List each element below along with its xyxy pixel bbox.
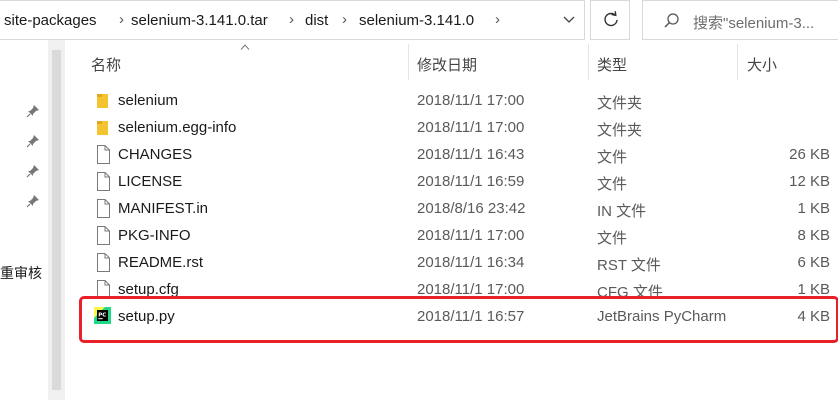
search-input[interactable]: 搜索"selenium-3...: [693, 12, 838, 33]
file-row[interactable]: README.rst 2018/11/1 16:34 RST 文件 6 KB: [82, 249, 838, 276]
crumb-selenium-tar[interactable]: selenium-3.141.0.tar: [131, 12, 268, 29]
folder-icon: [97, 94, 108, 108]
file-name: LICENSE: [118, 173, 183, 190]
crumb-separator[interactable]: ›: [342, 11, 347, 28]
column-header-type[interactable]: 类型: [589, 40, 737, 84]
nav-item-label[interactable]: 重审核: [0, 263, 48, 283]
file-date: 2018/11/1 17:00: [417, 92, 525, 109]
crumb-dist[interactable]: dist: [305, 12, 328, 29]
file-name: README.rst: [118, 254, 204, 271]
folder-icon: [97, 121, 108, 135]
search-icon: [664, 13, 679, 28]
pin-icon[interactable]: [26, 104, 40, 118]
file-name: selenium.egg-info: [118, 119, 237, 136]
file-name: MANIFEST.in: [118, 200, 209, 217]
pin-icon[interactable]: [26, 194, 40, 208]
column-header-size[interactable]: 大小: [738, 40, 838, 84]
file-row[interactable]: selenium 2018/11/1 17:00 文件夹: [82, 87, 838, 114]
file-size: 26 KB: [789, 146, 830, 163]
file-row[interactable]: LICENSE 2018/11/1 16:59 文件 12 KB: [82, 168, 838, 195]
pin-icon[interactable]: [26, 164, 40, 178]
crumb-separator[interactable]: ›: [495, 11, 500, 28]
crumb-selenium-folder[interactable]: selenium-3.141.0: [359, 12, 474, 29]
file-name: selenium: [118, 92, 179, 109]
file-type: RST 文件: [597, 257, 661, 274]
file-size: 1 KB: [797, 200, 830, 217]
refresh-button[interactable]: [590, 0, 630, 40]
file-icon: [97, 226, 110, 245]
file-size: 6 KB: [797, 254, 830, 271]
file-date: 2018/11/1 17:00: [417, 119, 525, 136]
file-row[interactable]: selenium.egg-info 2018/11/1 17:00 文件夹: [82, 114, 838, 141]
file-icon: [97, 145, 110, 164]
file-icon: [97, 172, 110, 191]
address-bar: site-packages › selenium-3.141.0.tar › d…: [0, 0, 838, 40]
nav-scrollbar[interactable]: [48, 40, 65, 400]
file-size: 12 KB: [789, 173, 830, 190]
file-date: 2018/11/1 16:59: [417, 173, 525, 190]
file-type: 文件: [597, 176, 628, 193]
file-row[interactable]: CHANGES 2018/11/1 16:43 文件 26 KB: [82, 141, 838, 168]
breadcrumb[interactable]: site-packages › selenium-3.141.0.tar › d…: [0, 0, 585, 40]
file-row[interactable]: MANIFEST.in 2018/8/16 23:42 IN 文件 1 KB: [82, 195, 838, 222]
file-row[interactable]: PKG-INFO 2018/11/1 17:00 文件 8 KB: [82, 222, 838, 249]
file-date: 2018/11/1 16:43: [417, 146, 525, 163]
file-size: 8 KB: [797, 227, 830, 244]
search-box[interactable]: 搜索"selenium-3...: [642, 0, 838, 40]
pin-icon[interactable]: [26, 134, 40, 148]
scrollbar-thumb[interactable]: [52, 50, 61, 390]
column-header-date[interactable]: 修改日期: [409, 40, 587, 84]
file-icon: [97, 253, 110, 272]
file-date: 2018/8/16 23:42: [417, 200, 526, 217]
file-date: 2018/11/1 17:00: [417, 227, 525, 244]
file-type: 文件夹: [597, 95, 643, 112]
file-date: 2018/11/1 16:34: [417, 254, 525, 271]
chevron-down-icon[interactable]: [562, 10, 576, 30]
file-type: 文件: [597, 149, 628, 166]
file-name: PKG-INFO: [118, 227, 191, 244]
file-icon: [97, 199, 110, 218]
file-type: IN 文件: [597, 203, 647, 220]
file-type: 文件: [597, 230, 628, 247]
column-header-name[interactable]: 名称: [82, 40, 407, 84]
crumb-site-packages[interactable]: site-packages: [4, 12, 97, 29]
navigation-pane: 重审核: [0, 40, 48, 400]
crumb-separator[interactable]: ›: [289, 11, 294, 28]
crumb-separator[interactable]: ›: [119, 11, 124, 28]
file-type: 文件夹: [597, 122, 643, 139]
highlight-annotation: [79, 296, 838, 343]
refresh-icon: [604, 11, 618, 27]
file-name: CHANGES: [118, 146, 193, 163]
